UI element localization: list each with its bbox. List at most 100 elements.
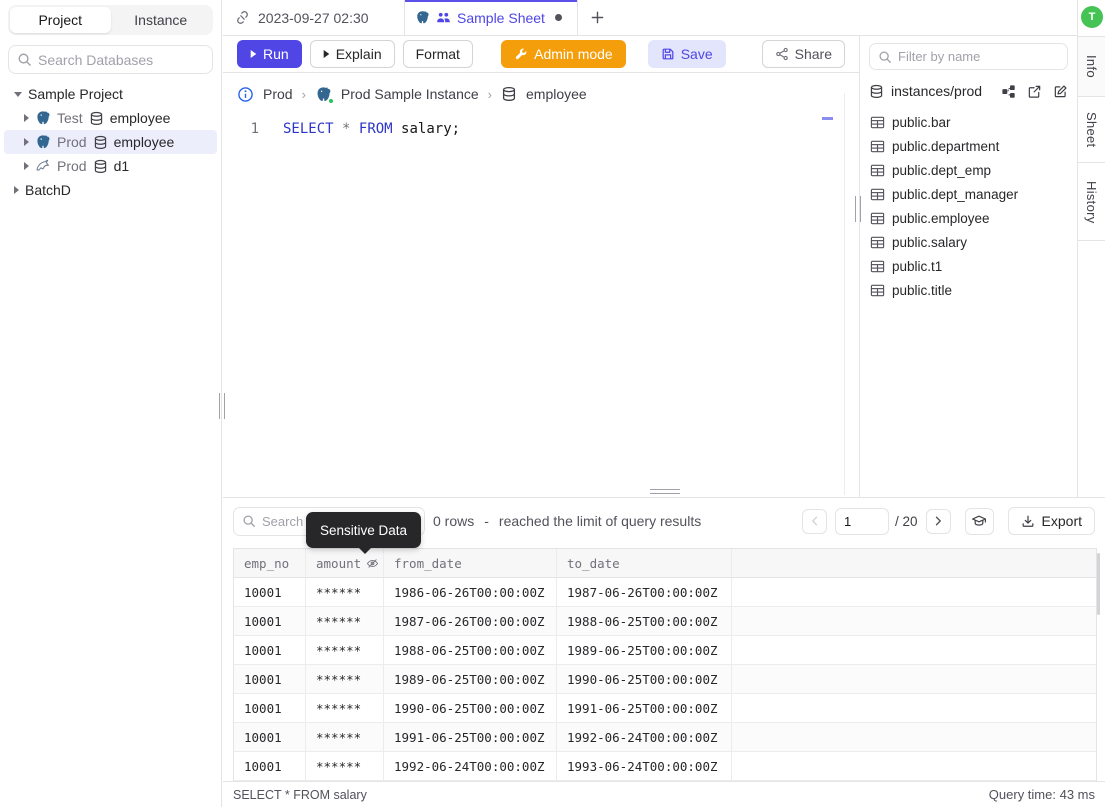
- table-item[interactable]: public.dept_manager: [860, 182, 1077, 206]
- rail-tab-info[interactable]: Info: [1078, 36, 1105, 97]
- cell: 1988-06-25T00:00:00Z: [557, 607, 732, 636]
- tab-sample-sheet[interactable]: Sample Sheet: [405, 0, 578, 35]
- project-label: BatchD: [25, 182, 71, 198]
- status-green-dot: [327, 97, 334, 104]
- table-name: public.dept_manager: [892, 186, 1019, 202]
- minimap-code-mark: [822, 117, 833, 120]
- breadcrumb-database[interactable]: employee: [526, 86, 587, 102]
- database-search-input[interactable]: [38, 51, 204, 68]
- tree-node-sample-project[interactable]: Sample Project: [4, 82, 217, 106]
- save-button[interactable]: Save: [647, 40, 726, 68]
- external-link-icon[interactable]: [1027, 84, 1042, 99]
- caret-right-icon[interactable]: [24, 162, 29, 170]
- breadcrumb-environment[interactable]: Prod: [263, 86, 293, 102]
- rows-info: 0 rows - reached the limit of query resu…: [433, 513, 701, 529]
- next-page-button[interactable]: [925, 508, 951, 534]
- tab-history-sheet[interactable]: 2023-09-27 02:30: [223, 0, 405, 35]
- table-name: public.title: [892, 282, 953, 298]
- explain-button[interactable]: Explain: [309, 40, 395, 68]
- rail-tab-history[interactable]: History: [1078, 164, 1105, 241]
- run-button[interactable]: Run: [237, 40, 302, 68]
- table-item[interactable]: public.title: [860, 278, 1077, 302]
- rail-tab-sheet[interactable]: Sheet: [1078, 98, 1105, 163]
- environment-label: Prod: [57, 134, 87, 150]
- results-controls: 0 rows - reached the limit of query resu…: [223, 506, 1105, 554]
- schema-filter: [869, 43, 1068, 70]
- search-icon: [242, 514, 256, 528]
- caret-right-icon[interactable]: [14, 186, 19, 194]
- table-name: public.dept_emp: [892, 162, 992, 178]
- schema-panel-resize-handle[interactable]: [855, 196, 861, 222]
- schema-diagram-icon[interactable]: [1001, 84, 1016, 99]
- executed-statement: SELECT * FROM salary: [233, 787, 367, 802]
- cell-masked: ******: [306, 723, 384, 752]
- schema-filter-input[interactable]: [898, 49, 1059, 64]
- caret-down-icon[interactable]: [14, 91, 22, 97]
- table-item[interactable]: public.dept_emp: [860, 158, 1077, 182]
- sensitive-data-tooltip: Sensitive Data: [306, 512, 422, 554]
- cell-masked: ******: [306, 636, 384, 665]
- export-button[interactable]: Export: [1007, 507, 1095, 535]
- cell-filler: [732, 636, 1096, 665]
- cell-filler: [732, 723, 1096, 752]
- results-resize-handle[interactable]: [650, 489, 680, 494]
- editor-scrollbar[interactable]: [844, 93, 845, 495]
- table-icon: [870, 187, 885, 202]
- caret-right-icon[interactable]: [24, 138, 29, 146]
- tree-node-prod-employee[interactable]: Prod employee: [4, 130, 217, 154]
- table-item[interactable]: public.department: [860, 134, 1077, 158]
- tree-node-prod-d1[interactable]: Prod d1: [4, 154, 217, 178]
- format-button[interactable]: Format: [402, 40, 473, 68]
- separator: -: [484, 513, 489, 529]
- prev-page-button[interactable]: [802, 508, 827, 534]
- cell: 1991-06-25T00:00:00Z: [384, 723, 557, 752]
- table-item[interactable]: public.salary: [860, 230, 1077, 254]
- tab-label: 2023-09-27 02:30: [258, 9, 369, 26]
- share-button[interactable]: Share: [761, 40, 845, 68]
- breadcrumb-instance[interactable]: Prod Sample Instance: [341, 86, 479, 102]
- explain-label: Explain: [335, 46, 382, 62]
- tab-project[interactable]: Project: [10, 7, 111, 33]
- avatar[interactable]: T: [1081, 6, 1103, 28]
- results-scrollbar[interactable]: [1097, 553, 1100, 615]
- cell-filler: [732, 607, 1096, 636]
- info-icon[interactable]: [237, 86, 254, 103]
- sql-code-line[interactable]: 1 SELECT * FROM salary;: [223, 121, 461, 141]
- limit-message: reached the limit of query results: [498, 513, 702, 529]
- cell-masked: ******: [306, 665, 384, 694]
- cell: 10001: [234, 694, 306, 723]
- run-label: Run: [263, 46, 289, 62]
- connection-path: instances/prod: [891, 83, 983, 99]
- table-item[interactable]: public.bar: [860, 110, 1077, 134]
- admin-mode-button[interactable]: Admin mode: [501, 40, 626, 68]
- unlink-icon: [235, 10, 250, 25]
- eye-off-icon[interactable]: [366, 557, 379, 570]
- table-item[interactable]: public.employee: [860, 206, 1077, 230]
- tab-instance[interactable]: Instance: [111, 7, 212, 33]
- edit-icon[interactable]: [1053, 84, 1068, 99]
- table-item[interactable]: public.t1: [860, 254, 1077, 278]
- tree-node-test-employee[interactable]: Test employee: [4, 106, 217, 130]
- postgres-icon: [35, 134, 51, 150]
- row-count: 0 rows: [433, 513, 475, 529]
- new-tab-button[interactable]: [578, 0, 616, 35]
- table-name: public.employee: [892, 210, 990, 226]
- tree-node-batchd[interactable]: BatchD: [4, 178, 217, 202]
- masking-hat-button[interactable]: [964, 507, 994, 535]
- database-icon: [869, 84, 884, 99]
- cell-masked: ******: [306, 607, 384, 636]
- cell: 1992-06-24T00:00:00Z: [384, 752, 557, 781]
- share-icon: [775, 47, 789, 61]
- editor-toolbar: Run Explain Format Admin mode Save Share: [223, 36, 859, 73]
- sidebar-resize-handle[interactable]: [219, 393, 225, 419]
- database-label: employee: [113, 134, 175, 150]
- caret-right-icon[interactable]: [24, 114, 29, 122]
- column-header: amount: [306, 549, 384, 578]
- cell-filler: [732, 694, 1096, 723]
- cell: 1989-06-25T00:00:00Z: [557, 636, 732, 665]
- plus-icon: [590, 10, 605, 25]
- table-name: public.department: [892, 138, 1000, 154]
- search-icon: [17, 52, 32, 67]
- cell: 1988-06-25T00:00:00Z: [384, 636, 557, 665]
- page-number-input[interactable]: [835, 507, 889, 535]
